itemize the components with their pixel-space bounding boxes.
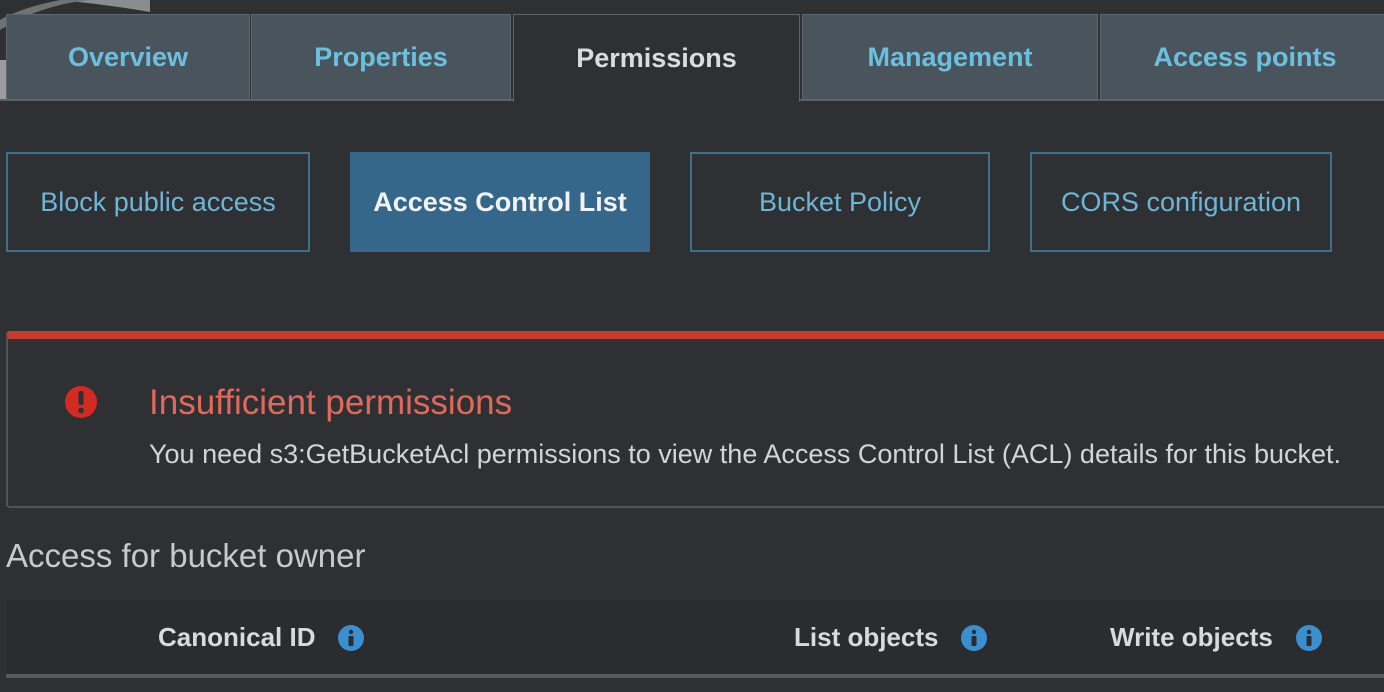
info-icon[interactable] [1295,624,1323,652]
insufficient-permissions-alert: Insufficient permissions You need s3:Get… [6,331,1384,508]
column-label: Canonical ID [158,622,316,652]
column-list-objects: List objects [794,622,988,653]
subtab-cors-configuration[interactable]: CORS configuration [1030,152,1332,252]
column-label: List objects [794,622,939,652]
tab-properties[interactable]: Properties [251,14,511,100]
column-write-objects: Write objects [1110,622,1323,653]
subtab-access-control-list[interactable]: Access Control List [350,152,650,252]
info-icon[interactable] [960,624,988,652]
alert-message: You need s3:GetBucketAcl permissions to … [149,439,1342,469]
s3-permissions-page: Overview Properties Permissions Manageme… [0,0,1384,692]
info-icon[interactable] [337,624,365,652]
column-label: Write objects [1110,622,1273,652]
tab-permissions[interactable]: Permissions [513,14,800,102]
tab-management[interactable]: Management [802,14,1098,100]
subtab-block-public-access[interactable]: Block public access [6,152,310,252]
subtab-bucket-policy[interactable]: Bucket Policy [690,152,990,252]
error-icon [65,386,97,418]
section-heading: Access for bucket owner [6,537,366,574]
column-canonical-id: Canonical ID [158,622,365,653]
alert-title: Insufficient permissions [149,383,513,422]
tab-overview[interactable]: Overview [6,14,250,100]
tab-access-points[interactable]: Access points [1100,14,1384,100]
table-divider [6,674,1384,678]
